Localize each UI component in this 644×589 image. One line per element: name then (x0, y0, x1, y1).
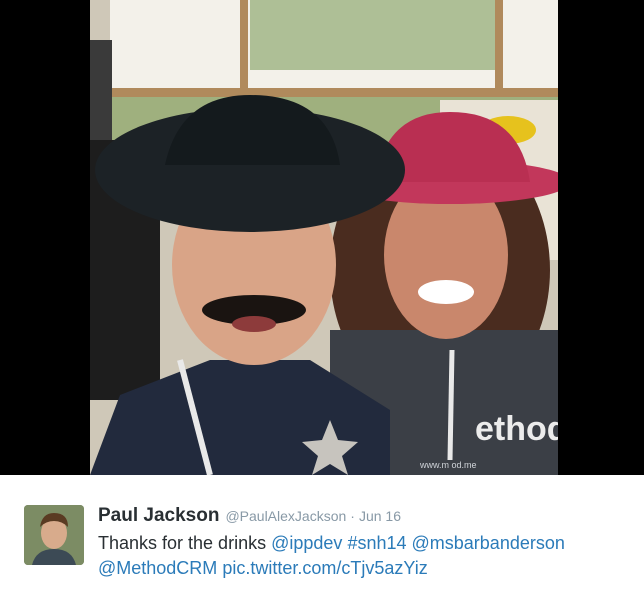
meta-separator: · (350, 508, 355, 524)
tweet-text: Thanks for the drinks @ippdev #snh14 @ms… (98, 531, 628, 581)
avatar[interactable] (24, 505, 84, 565)
mention-msbarbanderson[interactable]: @msbarbanderson (412, 533, 565, 553)
tweet-date[interactable]: Jun 16 (359, 508, 401, 524)
avatar-icon (24, 505, 84, 565)
mention-ippdev[interactable]: @ippdev (271, 533, 342, 553)
selfie-photo: ethod www.m od.me (90, 0, 558, 475)
mention-methodcrm[interactable]: @MethodCRM (98, 558, 217, 578)
tweet-card: Paul Jackson @PaulAlexJackson · Jun 16 T… (0, 475, 644, 589)
tweet-photo[interactable]: ethod www.m od.me (90, 0, 558, 475)
tweet-header: Paul Jackson @PaulAlexJackson · Jun 16 (98, 505, 401, 527)
shirt-url-text: www.m od.me (419, 460, 477, 470)
photo-container: ethod www.m od.me (0, 0, 644, 475)
shirt-text: ethod (475, 410, 558, 448)
hashtag-snh14[interactable]: #snh14 (347, 533, 406, 553)
tweet-text-plain: Thanks for the drinks (98, 533, 267, 553)
author-handle[interactable]: @PaulAlexJackson (225, 508, 346, 524)
pic-link[interactable]: pic.twitter.com/cTjv5azYiz (222, 558, 427, 578)
author-name[interactable]: Paul Jackson (98, 505, 219, 527)
